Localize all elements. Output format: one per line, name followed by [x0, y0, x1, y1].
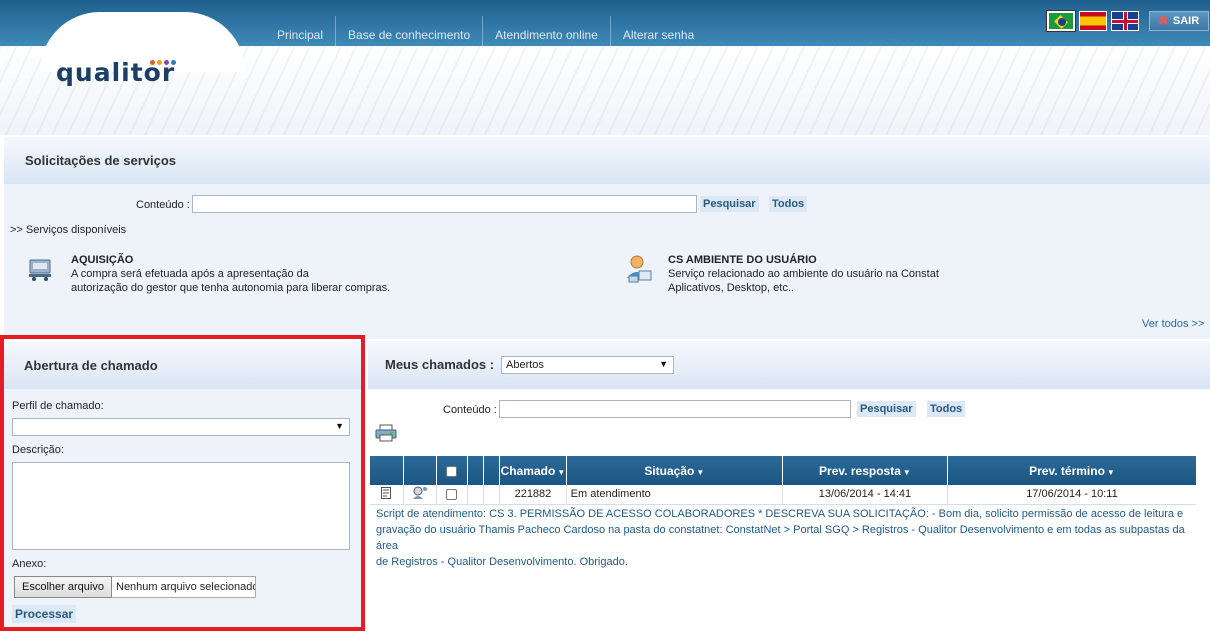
row-checkbox[interactable] — [446, 488, 458, 500]
processar-button[interactable]: Processar — [12, 605, 77, 623]
col-status-icon — [403, 456, 437, 485]
meus-conteudo-label: Conteúdo : — [443, 404, 497, 416]
meus-chamados-panel-header — [368, 341, 1210, 389]
meus-pesquisar-button[interactable]: Pesquisar — [857, 401, 916, 417]
flag-uk-icon[interactable] — [1111, 11, 1139, 31]
servicos-conteudo-label: Conteúdo : — [136, 199, 190, 211]
script-line-1: Script de atendimento: CS 3. PERMISSÃO D… — [376, 508, 1184, 520]
flag-brazil-icon[interactable] — [1046, 10, 1076, 32]
attendant-icon — [412, 486, 427, 499]
service-aquisicao-title[interactable]: AQUISIÇÃO — [71, 254, 133, 266]
nav-principal[interactable]: Principal — [265, 16, 335, 46]
col-prev-resposta-label: Prev. resposta — [819, 463, 901, 478]
close-icon: ✖ — [1158, 13, 1169, 28]
row-chamado[interactable]: 221882 — [499, 485, 567, 505]
service-cs-ambiente-desc-line1: Serviço relacionado ao ambiente do usuár… — [668, 268, 939, 280]
descricao-textarea[interactable] — [12, 462, 350, 550]
nav-atendimento-online[interactable]: Atendimento online — [482, 16, 610, 46]
language-selector: ✖ SAIR — [1046, 10, 1209, 32]
service-cs-ambiente-desc-line2: Aplicativos, Desktop, etc.. — [668, 282, 794, 294]
meus-filter-selected: Abertos — [506, 359, 544, 371]
row-extra-cell-1 — [467, 485, 485, 505]
print-icon[interactable] — [375, 424, 397, 442]
col-select-all — [436, 456, 469, 485]
descricao-label: Descrição: — [12, 444, 64, 456]
servicos-panel-header — [4, 137, 1210, 184]
servicos-title: Solicitações de serviços — [25, 153, 177, 168]
meus-search-input[interactable] — [499, 400, 851, 418]
perfil-select[interactable]: ▼ — [12, 418, 350, 436]
col-prev-termino[interactable]: Prev. término ▼ — [947, 456, 1196, 485]
script-line-3: de Registros - Qualitor Desenvolvimento.… — [376, 556, 628, 568]
col-chamado[interactable]: Chamado ▼ — [499, 456, 567, 485]
shopping-cart-icon[interactable] — [27, 256, 53, 282]
script-line-2: gravação do usuário Thamis Pacheco Cardo… — [376, 524, 1185, 552]
ver-todos-link[interactable]: Ver todos >> — [1142, 318, 1204, 330]
file-status: Nenhum arquivo selecionado — [112, 576, 256, 598]
meus-todos-button[interactable]: Todos — [927, 401, 966, 417]
servicos-disponiveis-label: >> Serviços disponíveis — [10, 224, 127, 236]
sort-down-icon: ▼ — [696, 467, 705, 477]
service-cs-ambiente-title[interactable]: CS AMBIENTE DO USUÁRIO — [668, 254, 817, 266]
meus-filter-select[interactable]: Abertos ▼ — [501, 356, 674, 374]
row-prev-resposta: 13/06/2014 - 14:41 — [782, 485, 948, 505]
sort-down-icon: ▼ — [557, 467, 566, 477]
col-prev-resposta[interactable]: Prev. resposta ▼ — [782, 456, 948, 485]
col-situacao[interactable]: Situação ▼ — [566, 456, 783, 485]
col-extra-2 — [483, 456, 501, 485]
select-all-checkbox[interactable] — [446, 465, 458, 477]
service-aquisicao-desc-line1: A compra será efetuada após a apresentaç… — [71, 268, 309, 280]
logout-label: SAIR — [1172, 15, 1200, 27]
sort-down-icon: ▼ — [1106, 467, 1115, 477]
dropdown-arrow-icon: ▼ — [335, 421, 344, 431]
sort-down-icon: ▼ — [902, 467, 911, 477]
servicos-search-input[interactable] — [192, 195, 697, 213]
service-cs-ambiente-description: Serviço relacionado ao ambiente do usuár… — [668, 267, 939, 295]
row-checkbox-cell — [436, 485, 469, 505]
choose-file-button[interactable]: Escolher arquivo — [14, 576, 112, 598]
chamados-table: Chamado ▼ Situação ▼ Prev. resposta ▼ Prev.… — [370, 456, 1196, 505]
col-extra-1 — [467, 456, 485, 485]
nav-base-conhecimento[interactable]: Base de conhecimento — [335, 16, 482, 46]
row-prev-termino: 17/06/2014 - 10:11 — [947, 485, 1196, 505]
row-script-text: Script de atendimento: CS 3. PERMISSÃO D… — [376, 506, 1198, 570]
row-details-cell — [370, 485, 404, 505]
service-aquisicao-description: A compra será efetuada após a apresentaç… — [71, 267, 390, 295]
anexo-label: Anexo: — [12, 558, 47, 570]
logout-button[interactable]: ✖ SAIR — [1149, 11, 1209, 31]
col-details — [370, 456, 404, 485]
user-environment-icon[interactable] — [625, 254, 653, 284]
col-situacao-label: Situação — [644, 463, 695, 478]
meus-chamados-title: Meus chamados : — [385, 357, 495, 372]
service-aquisicao-desc-line2: autorização do gestor que tenha autonomi… — [71, 282, 391, 294]
main-nav: Principal Base de conhecimento Atendimen… — [265, 16, 706, 46]
servicos-pesquisar-button[interactable]: Pesquisar — [700, 196, 759, 212]
table-header-row: Chamado ▼ Situação ▼ Prev. resposta ▼ Prev.… — [370, 456, 1196, 485]
logo-dots-icon — [150, 56, 178, 68]
dropdown-arrow-icon: ▼ — [659, 359, 668, 369]
servicos-todos-button[interactable]: Todos — [769, 196, 808, 212]
flag-spain-icon[interactable] — [1079, 11, 1107, 31]
row-situacao: Em atendimento — [566, 485, 783, 505]
table-row[interactable]: 221882 Em atendimento 13/06/2014 - 14:41… — [370, 485, 1196, 505]
nav-alterar-senha[interactable]: Alterar senha — [609, 16, 706, 46]
col-chamado-label: Chamado — [500, 463, 556, 478]
document-icon[interactable] — [381, 486, 392, 499]
col-prev-termino-label: Prev. término — [1029, 463, 1105, 478]
abertura-title: Abertura de chamado — [24, 358, 158, 373]
perfil-label: Perfil de chamado: — [12, 400, 104, 412]
row-extra-cell-2 — [483, 485, 501, 505]
row-status-cell — [403, 485, 437, 505]
